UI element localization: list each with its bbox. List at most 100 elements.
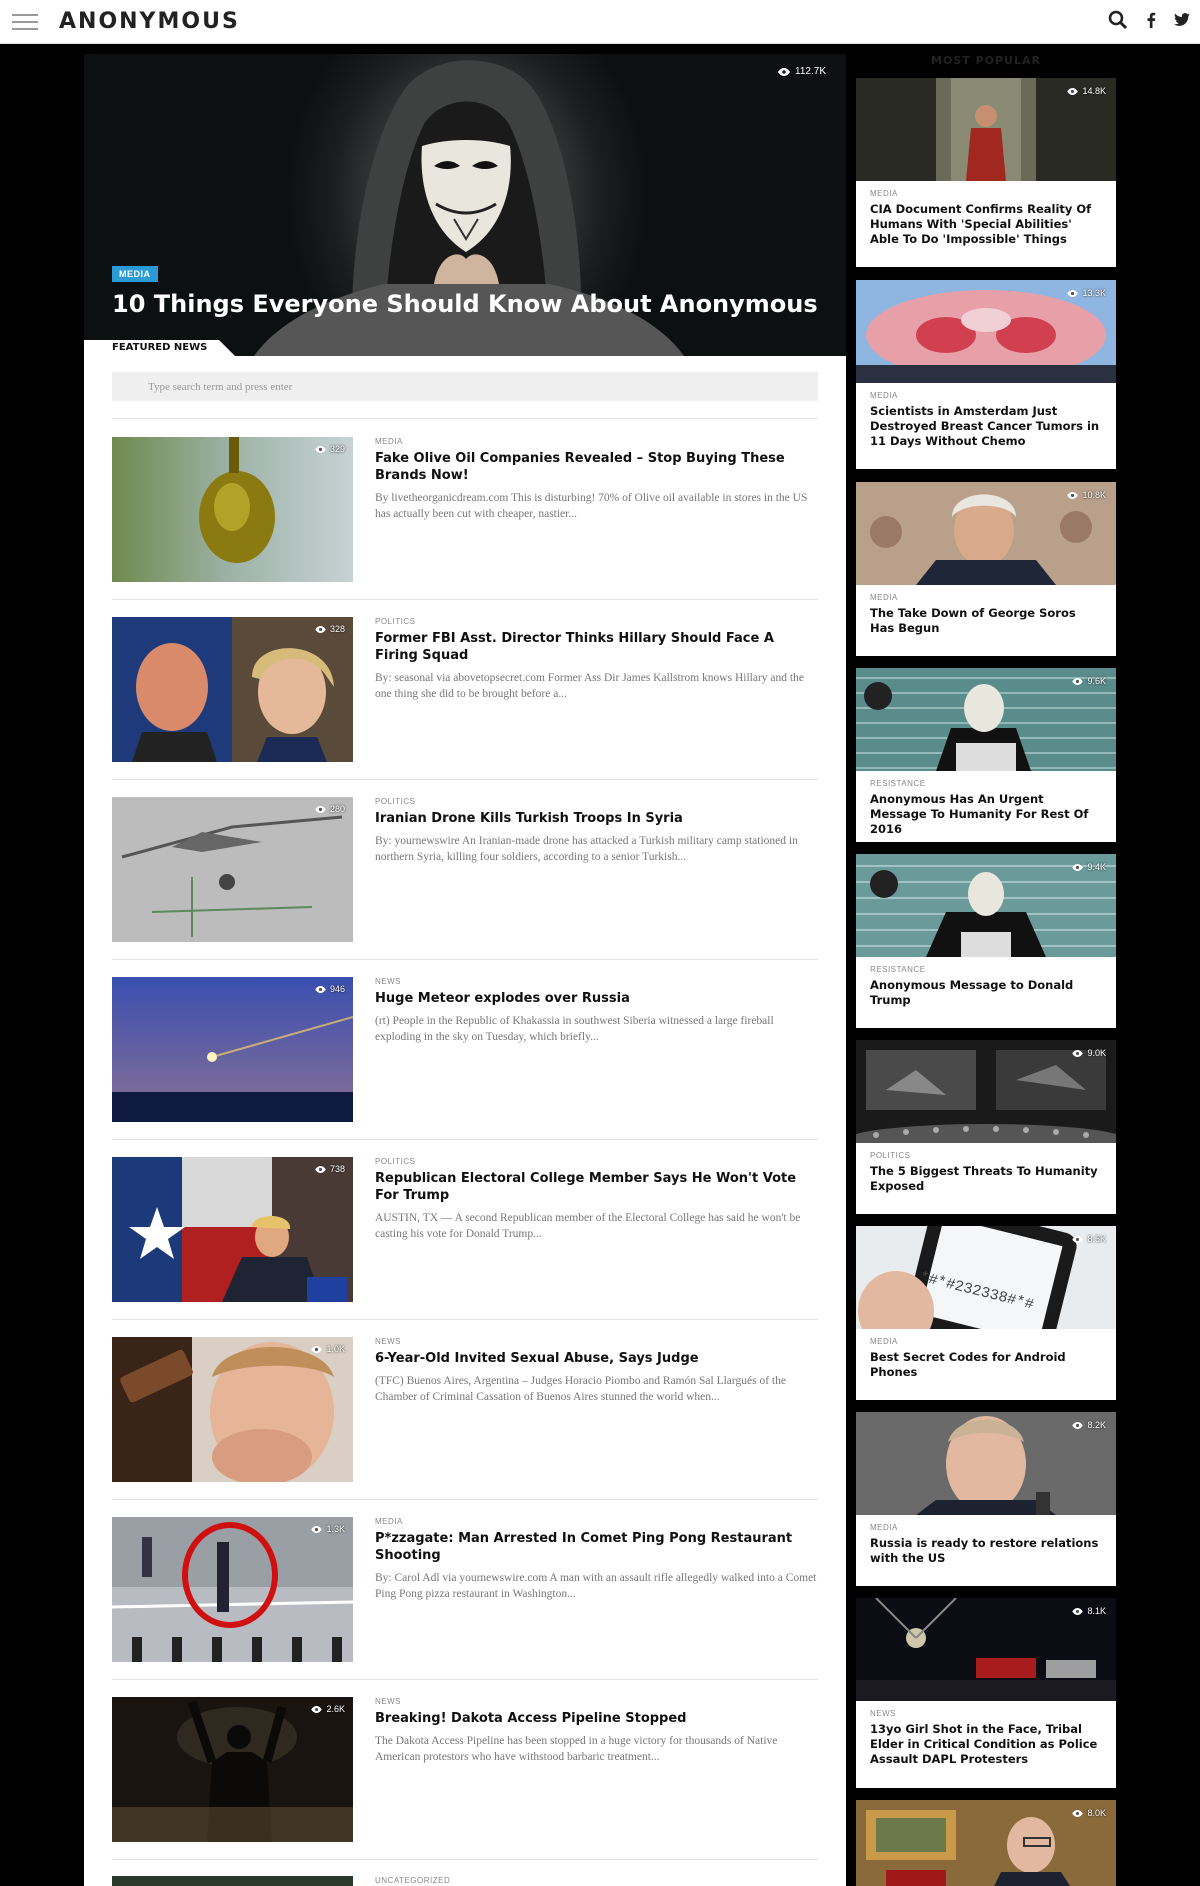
popular-card-category[interactable]: MEDIA: [870, 593, 898, 602]
facebook-icon[interactable]: [1146, 12, 1156, 33]
eye-icon: [315, 805, 326, 813]
popular-card-image[interactable]: 8.2K: [856, 1412, 1116, 1515]
eye-icon: [315, 445, 326, 453]
popular-card-category[interactable]: MEDIA: [870, 1523, 898, 1532]
eye-icon: [1072, 677, 1084, 685]
popular-card-title[interactable]: Anonymous Has An Urgent Message To Human…: [870, 792, 1102, 837]
popular-card-title[interactable]: 13yo Girl Shot in the Face, Tribal Elder…: [870, 1722, 1102, 1767]
article-thumbnail[interactable]: 1.3K: [112, 1517, 353, 1662]
article-thumbnail[interactable]: 329: [112, 437, 353, 582]
article-title[interactable]: P*zzagate: Man Arrested In Comet Ping Po…: [375, 1530, 818, 1564]
popular-card-category[interactable]: RESISTANCE: [870, 779, 926, 788]
popular-card-category[interactable]: MEDIA: [870, 1337, 898, 1346]
popular-card-image[interactable]: 9.4K: [856, 854, 1116, 957]
article-item[interactable]: UNCATEGORIZED: [112, 1876, 818, 1886]
article-thumbnail[interactable]: 328: [112, 617, 353, 762]
eye-icon: [311, 1525, 323, 1533]
hero-article[interactable]: 112.7K MEDIA 10 Things Everyone Should K…: [84, 54, 846, 356]
popular-card-title[interactable]: Best Secret Codes for Android Phones: [870, 1350, 1102, 1380]
article-category[interactable]: POLITICS: [375, 1157, 415, 1166]
article-category[interactable]: UNCATEGORIZED: [375, 1876, 450, 1885]
article-category[interactable]: MEDIA: [375, 1517, 403, 1526]
twitter-icon[interactable]: [1174, 13, 1190, 32]
article-item[interactable]: 1.0K NEWS 6-Year-Old Invited Sexual Abus…: [112, 1337, 818, 1483]
popular-card-category[interactable]: MEDIA: [870, 391, 898, 400]
popular-card-category[interactable]: MEDIA: [870, 189, 898, 198]
popular-card-title[interactable]: CIA Document Confirms Reality Of Humans …: [870, 202, 1102, 247]
popular-card-image[interactable]: 14.8K: [856, 78, 1116, 181]
search-input[interactable]: [112, 372, 818, 401]
site-logo[interactable]: ANONYMOUS: [59, 9, 240, 34]
search-icon[interactable]: [1108, 10, 1128, 35]
view-count: 14.8K: [1067, 86, 1106, 96]
view-count: 9.6K: [1072, 676, 1106, 686]
view-count: 946: [315, 984, 345, 994]
popular-card[interactable]: 8.1K NEWS 13yo Girl Shot in the Face, Tr…: [856, 1598, 1116, 1788]
article-thumbnail[interactable]: 2.6K: [112, 1697, 353, 1842]
article-category[interactable]: POLITICS: [375, 617, 415, 626]
popular-card-category[interactable]: RESISTANCE: [870, 965, 926, 974]
popular-card-category[interactable]: POLITICS: [870, 1151, 910, 1160]
popular-card-title[interactable]: The 5 Biggest Threats To Humanity Expose…: [870, 1164, 1102, 1194]
eye-icon: [311, 1345, 323, 1353]
popular-card[interactable]: 10.8K MEDIA The Take Down of George Soro…: [856, 482, 1116, 656]
article-category[interactable]: NEWS: [375, 1697, 401, 1706]
article-thumbnail[interactable]: 1.0K: [112, 1337, 353, 1482]
article-excerpt: By: seasonal via abovetopsecret.com Form…: [375, 672, 804, 700]
hero-category-badge[interactable]: MEDIA: [112, 266, 158, 282]
article-item[interactable]: 2.6K NEWS Breaking! Dakota Access Pipeli…: [112, 1697, 818, 1843]
article-category[interactable]: NEWS: [375, 1337, 401, 1346]
popular-card-image[interactable]: 8.0K: [856, 1800, 1116, 1886]
article-title[interactable]: Republican Electoral College Member Says…: [375, 1170, 818, 1204]
article-item[interactable]: 280 POLITICS Iranian Drone Kills Turkish…: [112, 797, 818, 943]
article-title[interactable]: Former FBI Asst. Director Thinks Hillary…: [375, 630, 818, 664]
hero-title[interactable]: 10 Things Everyone Should Know About Ano…: [112, 290, 818, 318]
sidebar-title: MOST POPULAR: [931, 54, 1041, 67]
article-title[interactable]: Fake Olive Oil Companies Revealed – Stop…: [375, 450, 818, 484]
article-item[interactable]: 738 POLITICS Republican Electoral Colleg…: [112, 1157, 818, 1303]
popular-card[interactable]: 8.0K: [856, 1800, 1116, 1886]
popular-card[interactable]: 8.2K MEDIA Russia is ready to restore re…: [856, 1412, 1116, 1586]
article-category[interactable]: POLITICS: [375, 797, 415, 806]
popular-card-title[interactable]: Anonymous Message to Donald Trump: [870, 978, 1102, 1008]
article-title[interactable]: 6-Year-Old Invited Sexual Abuse, Says Ju…: [375, 1350, 818, 1367]
article-item[interactable]: 946 NEWS Huge Meteor explodes over Russi…: [112, 977, 818, 1123]
popular-card-image[interactable]: 9.0K: [856, 1040, 1116, 1143]
hamburger-menu-icon[interactable]: [12, 14, 38, 30]
article-thumbnail[interactable]: 946: [112, 977, 353, 1122]
article-excerpt: (rt) People in the Republic of Khakassia…: [375, 1015, 774, 1043]
popular-card[interactable]: 9.6K RESISTANCE Anonymous Has An Urgent …: [856, 668, 1116, 842]
article-title[interactable]: Huge Meteor explodes over Russia: [375, 990, 818, 1007]
popular-card-image[interactable]: 8.1K: [856, 1598, 1116, 1701]
article-thumbnail[interactable]: 738: [112, 1157, 353, 1302]
article-title[interactable]: Breaking! Dakota Access Pipeline Stopped: [375, 1710, 818, 1727]
view-count: 8.5K: [1072, 1234, 1106, 1244]
article-item[interactable]: 1.3K MEDIA P*zzagate: Man Arrested In Co…: [112, 1517, 818, 1663]
popular-card[interactable]: 9.4K RESISTANCE Anonymous Message to Don…: [856, 854, 1116, 1028]
popular-card-title[interactable]: Scientists in Amsterdam Just Destroyed B…: [870, 404, 1102, 449]
article-category[interactable]: MEDIA: [375, 437, 403, 446]
view-count: 8.0K: [1072, 1808, 1106, 1818]
popular-card-title[interactable]: Russia is ready to restore relations wit…: [870, 1536, 1102, 1566]
eye-icon: [315, 985, 326, 993]
popular-card[interactable]: 14.8K MEDIA CIA Document Confirms Realit…: [856, 78, 1116, 267]
view-count: 328: [315, 624, 345, 634]
eye-icon: [1067, 289, 1079, 297]
article-thumbnail[interactable]: 280: [112, 797, 353, 942]
article-category[interactable]: NEWS: [375, 977, 401, 986]
popular-card[interactable]: 13.3K MEDIA Scientists in Amsterdam Just…: [856, 280, 1116, 469]
article-item[interactable]: 329 MEDIA Fake Olive Oil Companies Revea…: [112, 437, 818, 583]
popular-card-title[interactable]: The Take Down of George Soros Has Begun: [870, 606, 1102, 636]
popular-card-image[interactable]: 9.6K: [856, 668, 1116, 771]
popular-card[interactable]: *#*#232338#*# 8.5K MEDIA Best Secret Cod…: [856, 1226, 1116, 1400]
popular-card-category[interactable]: NEWS: [870, 1709, 896, 1718]
popular-card-image[interactable]: *#*#232338#*# 8.5K: [856, 1226, 1116, 1329]
article-excerpt: The Dakota Access Pipeline has been stop…: [375, 1735, 778, 1763]
popular-card-image[interactable]: 10.8K: [856, 482, 1116, 585]
popular-card-image[interactable]: 13.3K: [856, 280, 1116, 383]
article-item[interactable]: 328 POLITICS Former FBI Asst. Director T…: [112, 617, 818, 763]
popular-card[interactable]: 9.0K POLITICS The 5 Biggest Threats To H…: [856, 1040, 1116, 1214]
article-thumbnail[interactable]: [112, 1876, 353, 1886]
article-title[interactable]: Iranian Drone Kills Turkish Troops In Sy…: [375, 810, 818, 827]
eye-icon: [1072, 1049, 1084, 1057]
